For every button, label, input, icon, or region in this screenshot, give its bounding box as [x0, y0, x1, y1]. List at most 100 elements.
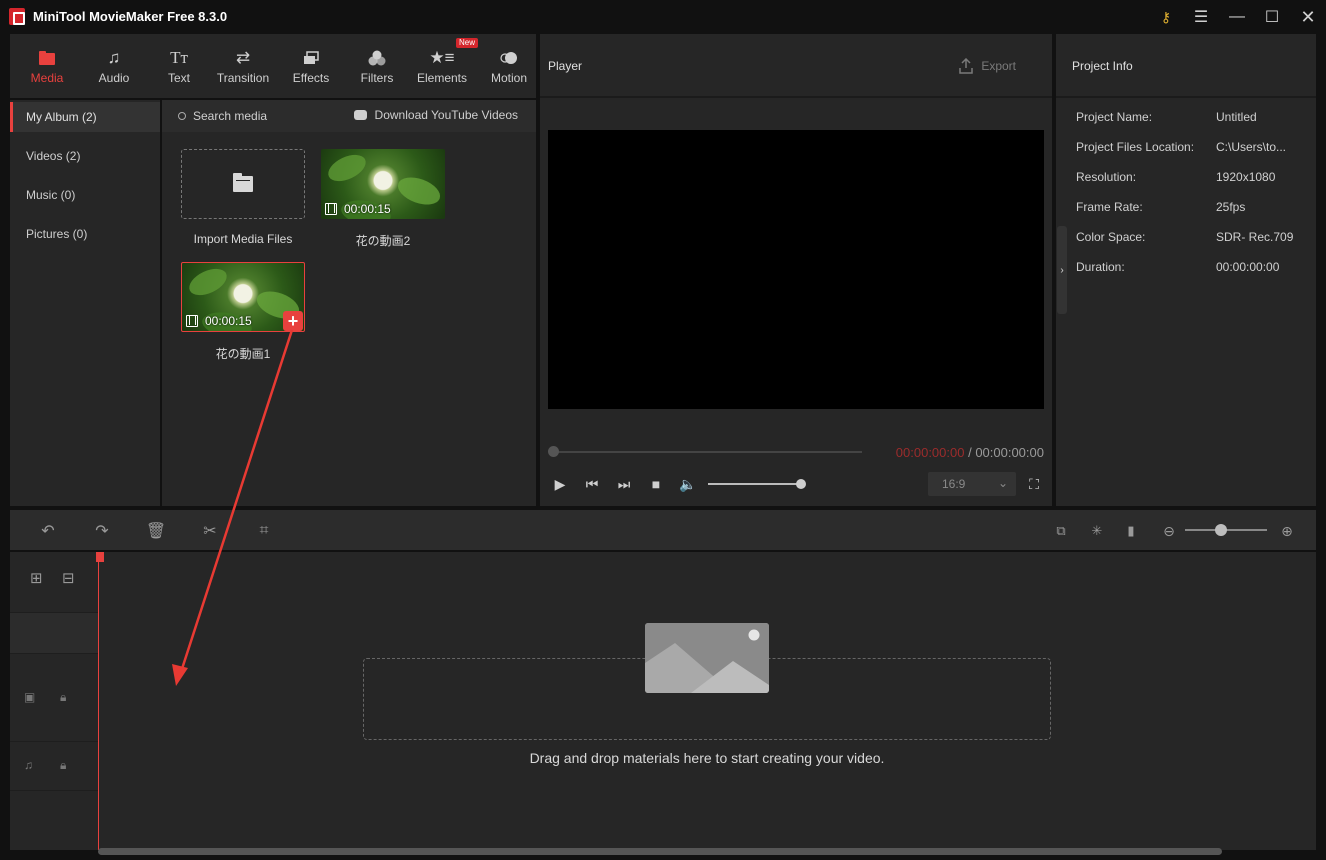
add-to-timeline-button[interactable]: + — [283, 311, 303, 331]
tab-audio[interactable]: ♫ Audio — [92, 34, 136, 98]
export-button[interactable]: Export — [959, 58, 1016, 74]
volume-handle[interactable] — [796, 479, 806, 489]
zoom-handle[interactable] — [1215, 524, 1227, 536]
crop-icon[interactable]: ⌗ — [254, 521, 274, 541]
clip-duration: 00:00:15 — [186, 314, 252, 328]
info-label: Frame Rate: — [1076, 200, 1143, 214]
audio-track-icon: ♫ — [24, 758, 33, 772]
tab-text[interactable]: Tт Text — [160, 34, 198, 98]
chevron-right-icon: › — [1060, 264, 1064, 276]
menu-icon[interactable]: ☰ — [1190, 6, 1212, 28]
effects-icon — [303, 48, 319, 68]
playhead[interactable] — [98, 552, 99, 850]
media-clip-2[interactable]: 00:00:15 — [321, 149, 445, 219]
redo-icon[interactable]: ↷ — [92, 521, 112, 541]
project-info-title: Project Info — [1072, 59, 1133, 73]
clip-name: 花の動画2 — [355, 234, 411, 248]
split-icon[interactable]: ✂ — [200, 521, 220, 541]
zoom-in-icon[interactable]: ⊕ — [1277, 521, 1297, 541]
player-panel: Player Export 00:00:00:00 / 00:00:00:00 … — [540, 34, 1052, 506]
sidebar-item-pictures[interactable]: Pictures (0) — [10, 219, 160, 249]
seek-bar[interactable] — [554, 451, 862, 453]
tab-effects[interactable]: Effects — [287, 34, 335, 98]
volume-icon[interactable]: 🔈 — [678, 476, 698, 492]
search-media-button[interactable]: Search media — [178, 109, 267, 123]
download-youtube-button[interactable]: Download YouTube Videos — [353, 108, 518, 122]
filters-icon — [368, 48, 386, 68]
info-value: 1920x1080 — [1216, 170, 1276, 184]
info-label: Project Files Location: — [1076, 140, 1195, 154]
export-icon — [959, 58, 974, 74]
info-value: C:\Users\to... — [1216, 140, 1287, 154]
add-track-icon[interactable]: ⊞ — [30, 569, 43, 587]
play-icon[interactable]: ▶ — [550, 476, 570, 492]
maximize-icon[interactable]: ☐ — [1261, 6, 1283, 28]
music-note-icon: ♫ — [107, 47, 121, 67]
import-media-label: Import Media Files — [193, 232, 293, 246]
drop-hint: Drag and drop materials here to start cr… — [529, 750, 885, 766]
track-headers: ⊞ ⊟ ▣ 🔒︎ ♫ 🔒︎ — [10, 552, 98, 850]
album-sidebar: My Album (2) Videos (2) Music (0) Pictur… — [10, 100, 160, 506]
key-icon[interactable]: ⚷ — [1155, 6, 1177, 28]
project-info-panel: Project Info Project Name: Untitled Proj… — [1056, 34, 1316, 506]
info-label: Resolution: — [1076, 170, 1137, 184]
library-header: Search media Download YouTube Videos — [162, 100, 536, 132]
timeline-toolbar: ↶ ↷ 🗑 ✂ ⌗ ⧉ ✳ ▮ ⊖ ⊕ — [10, 510, 1316, 550]
youtube-download-icon — [353, 110, 367, 120]
delete-icon[interactable]: 🗑 — [146, 521, 166, 541]
tab-filters[interactable]: Filters — [354, 34, 400, 98]
app-logo-icon — [9, 8, 25, 25]
zoom-out-icon[interactable]: ⊖ — [1159, 521, 1179, 541]
total-time: 00:00:00:00 — [975, 445, 1044, 460]
text-icon: Tт — [170, 47, 188, 67]
close-icon[interactable]: ✕ — [1297, 6, 1319, 28]
text-track-header — [10, 613, 98, 653]
playhead-handle[interactable] — [96, 552, 104, 562]
current-time: 00:00:00:00 — [895, 445, 965, 460]
timeline-scrollbar[interactable] — [98, 848, 1222, 855]
video-preview[interactable] — [548, 130, 1044, 409]
minimize-icon[interactable]: — — [1226, 6, 1248, 28]
info-value: 00:00:00:00 — [1216, 260, 1280, 274]
sidebar-item-music[interactable]: Music (0) — [10, 180, 160, 210]
undo-icon[interactable]: ↶ — [38, 521, 58, 541]
audio-mixer-icon[interactable]: ⧉ — [1051, 521, 1071, 541]
fit-timeline-icon[interactable]: ▮ — [1121, 521, 1141, 541]
window-title: MiniTool MovieMaker Free 8.3.0 — [33, 9, 228, 24]
tab-transition[interactable]: ⇄ Transition — [213, 34, 273, 98]
video-track-icon: ▣ — [24, 690, 36, 704]
remove-track-icon[interactable]: ⊟ — [62, 569, 75, 587]
clip-name: 花の動画1 — [215, 347, 271, 361]
info-value: 25fps — [1216, 200, 1246, 214]
fullscreen-icon[interactable]: ⛶ — [1024, 476, 1044, 492]
chevron-down-icon: ⌄ — [997, 476, 1008, 490]
media-icon — [38, 48, 56, 68]
seek-handle[interactable] — [548, 446, 559, 457]
motion-icon — [500, 48, 518, 68]
search-icon — [178, 112, 186, 120]
tab-media[interactable]: Media — [24, 34, 70, 98]
player-title: Player — [548, 59, 583, 73]
aspect-ratio-select[interactable]: 16:9 ⌄ — [928, 472, 1016, 496]
sidebar-item-videos[interactable]: Videos (2) — [10, 141, 160, 171]
split-screen-icon[interactable]: ✳ — [1087, 521, 1107, 541]
info-value: Untitled — [1216, 110, 1257, 124]
info-label: Duration: — [1076, 260, 1125, 274]
clip-duration: 00:00:15 — [325, 202, 391, 216]
previous-frame-icon[interactable]: ⏮ — [582, 476, 602, 492]
player-header: Player Export — [540, 34, 1052, 98]
main-toolbar: Media ♫ Audio Tт Text ⇄ Transition Effec… — [10, 34, 536, 98]
info-value: SDR- Rec.709 — [1216, 230, 1294, 244]
sidebar-item-my-album[interactable]: My Album (2) — [10, 102, 160, 132]
volume-slider[interactable] — [708, 483, 800, 485]
film-icon — [186, 315, 198, 327]
title-bar: MiniTool MovieMaker Free 8.3.0 ⚷ ☰ — ☐ ✕ — [0, 0, 1326, 34]
stop-icon[interactable]: ■ — [646, 476, 666, 492]
lock-icon[interactable]: 🔒︎ — [60, 690, 66, 705]
collapse-panel-handle[interactable]: › — [1057, 226, 1067, 314]
lock-icon[interactable]: 🔒︎ — [60, 758, 66, 773]
elements-icon: ★≡ — [429, 47, 455, 67]
next-frame-icon[interactable]: ⏭ — [614, 476, 634, 492]
import-media-button[interactable] — [181, 149, 305, 219]
tab-motion[interactable]: Motion — [488, 34, 530, 98]
